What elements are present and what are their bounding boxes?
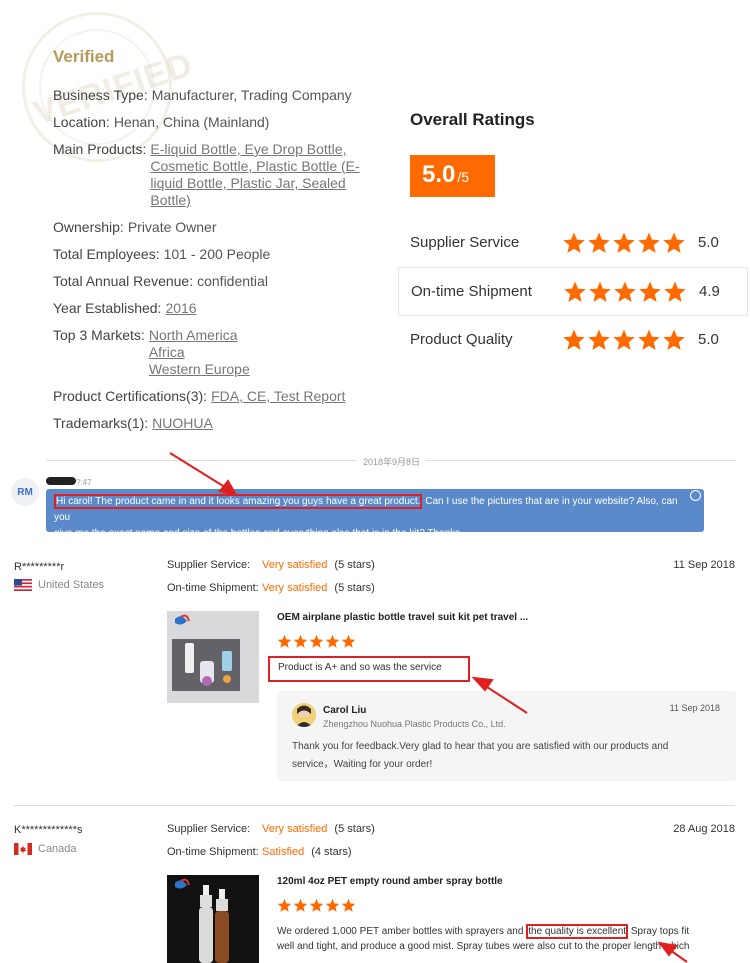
annotation-arrow bbox=[657, 941, 688, 963]
annotation-arrows bbox=[169, 452, 688, 963]
annotation-arrow bbox=[169, 452, 239, 497]
annotation-arrow bbox=[471, 676, 528, 714]
